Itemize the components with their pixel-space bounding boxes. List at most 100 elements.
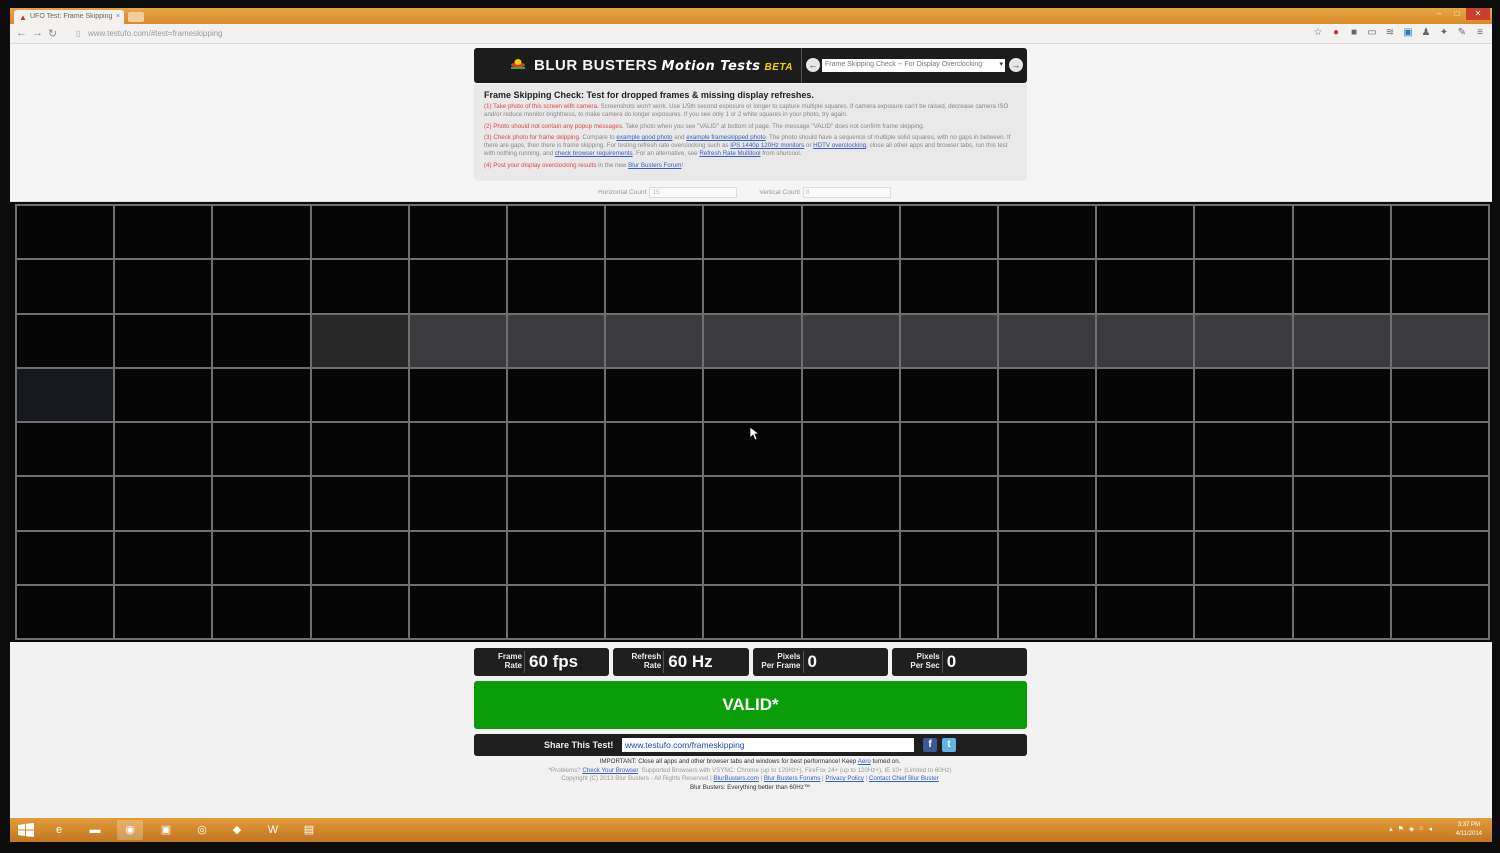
- top-section: BLUR BUSTERS Motion Tests BETA ← Frame Ski…: [10, 44, 1492, 202]
- back-arrow-icon[interactable]: ←: [16, 27, 27, 39]
- new-tab-button[interactable]: [128, 12, 144, 22]
- grid-cell: [1195, 314, 1292, 367]
- grid-cell: [17, 531, 114, 584]
- grid-cell: [311, 531, 408, 584]
- stats-bar: Frame Rate 60 fps Refresh Rate 60 Hz Pixel…: [474, 648, 1027, 676]
- address-bar[interactable]: ▯ www.testufo.com/#test=frameskipping: [74, 27, 1314, 41]
- forums-link[interactable]: Blur Busters Forums: [764, 775, 820, 782]
- grid-cell: [1195, 206, 1292, 259]
- grid-cell: [606, 477, 703, 530]
- app-green-icon[interactable]: ▣: [153, 820, 179, 840]
- menu-icon[interactable]: ≡: [1474, 27, 1486, 38]
- instruction-2-heading: (2) Photo should not contain any popup m…: [484, 122, 624, 130]
- test-select-dropdown[interactable]: Frame Skipping Check -- For Display Over…: [822, 59, 1005, 72]
- bookmark-star-icon[interactable]: ☆: [1312, 27, 1324, 38]
- horizontal-count-input[interactable]: 15: [649, 186, 738, 198]
- minimize-icon[interactable]: –: [1430, 8, 1448, 20]
- grid-cell: [409, 585, 506, 638]
- grid-cell: [507, 423, 605, 476]
- grid-cell: [704, 368, 801, 421]
- close-tab-icon[interactable]: ×: [116, 13, 120, 20]
- footer-tagline: Blur Busters: Everything better than 60H…: [689, 783, 811, 791]
- grid-cell: [900, 477, 997, 530]
- grid-cell: [409, 368, 506, 421]
- vertical-count-input[interactable]: 8: [802, 186, 891, 198]
- footer-important: IMPORTANT: Close all apps and other brow…: [450, 758, 1050, 767]
- example-good-photo-link[interactable]: example good photo: [616, 134, 672, 141]
- grid-cell: [802, 585, 899, 638]
- gpu-tool-icon[interactable]: ▤: [296, 820, 322, 840]
- grid-cell: [802, 531, 899, 584]
- aero-link[interactable]: Aero: [858, 758, 871, 765]
- twitter-share-icon[interactable]: t: [942, 738, 956, 752]
- address-url: www.testufo.com/#test=frameskipping: [88, 29, 223, 38]
- puzzle-icon[interactable]: ✦: [1438, 27, 1450, 38]
- forward-arrow-icon[interactable]: →: [32, 27, 43, 39]
- grid-cell: [900, 531, 997, 584]
- grid-cell: [213, 314, 310, 367]
- grid-cell: [802, 314, 899, 367]
- browser-tab[interactable]: ▲ UFO Test: Frame Skipping ×: [14, 10, 124, 24]
- contact-link[interactable]: Contact Chief Blur Buster: [869, 775, 939, 782]
- reload-icon[interactable]: ↻: [48, 27, 57, 40]
- grid-cell: [1293, 531, 1390, 584]
- forum-link[interactable]: Blur Busters Forum: [628, 162, 681, 169]
- blurbusters-link[interactable]: BlurBusters.com: [713, 775, 758, 782]
- ufo-logo-icon: [511, 59, 525, 69]
- chrome-icon[interactable]: ◉: [117, 820, 143, 840]
- grid-cell: [507, 260, 605, 313]
- grid-cell: [900, 368, 997, 421]
- flag-icon[interactable]: ⚑: [1398, 825, 1404, 833]
- example-frameskipped-photo-link[interactable]: example frameskipped photo: [686, 134, 765, 141]
- taskbar-clock[interactable]: 3:37 PM 4/11/2014: [1456, 821, 1482, 839]
- grid-cell: [409, 206, 506, 259]
- grid-cell: [704, 531, 801, 584]
- windows-start-icon[interactable]: [18, 823, 34, 837]
- grid-cell: [606, 585, 703, 638]
- check-browser-link[interactable]: Check Your Browser: [582, 767, 638, 774]
- grid-cell: [998, 423, 1096, 476]
- dropdown-arrow-icon: ▾: [999, 61, 1003, 68]
- close-window-icon[interactable]: ✕: [1466, 8, 1490, 20]
- grid-cell: [311, 423, 408, 476]
- ufo-favicon-icon: ▲: [19, 13, 27, 22]
- previous-test-button[interactable]: ←: [806, 58, 820, 72]
- instruction-4: (4) Post your display overclocking resul…: [484, 162, 1017, 170]
- instruction-3-text: and: [672, 133, 687, 141]
- cast-icon[interactable]: ▭: [1366, 27, 1378, 38]
- browser-requirements-link[interactable]: check browser requirements: [555, 150, 633, 157]
- hdtv-overclocking-link[interactable]: HDTV overclocking: [813, 142, 866, 149]
- vpn-icon[interactable]: ◎: [189, 820, 215, 840]
- opera-extension-icon[interactable]: ●: [1330, 27, 1342, 38]
- grid-cell: [998, 206, 1096, 259]
- arrow-left-icon: ←: [808, 60, 818, 70]
- volume-icon[interactable]: ◂: [1428, 825, 1432, 833]
- person-icon[interactable]: ♟: [1420, 27, 1432, 38]
- share-url-input[interactable]: www.testufo.com/frameskipping: [622, 738, 914, 752]
- network-icon[interactable]: ⌂: [1419, 825, 1423, 833]
- grid-cell: [115, 368, 212, 421]
- privacy-policy-link[interactable]: Privacy Policy: [825, 775, 864, 782]
- blur-busters-logo[interactable]: BLUR BUSTERS Motion Tests BETA: [534, 57, 793, 74]
- ips-monitors-link[interactable]: IPS 1440p 120Hz monitors: [730, 142, 804, 149]
- grid-cell: [17, 585, 114, 638]
- layers-icon[interactable]: ≋: [1384, 27, 1396, 38]
- refresh-rate-multitool-link[interactable]: Refresh Rate Multitool: [699, 150, 760, 157]
- word-icon[interactable]: W: [260, 820, 286, 840]
- extension-icon[interactable]: ■: [1348, 27, 1360, 38]
- tray-arrow-icon[interactable]: ▴: [1389, 825, 1393, 833]
- shield-icon[interactable]: ◈: [1409, 825, 1414, 833]
- maximize-icon[interactable]: □: [1448, 8, 1466, 20]
- grid-cell: [115, 260, 212, 313]
- next-test-button[interactable]: →: [1009, 58, 1023, 72]
- wrench-icon[interactable]: ✎: [1456, 27, 1468, 38]
- grid-cell: [998, 531, 1096, 584]
- app-icon[interactable]: ◆: [224, 820, 250, 840]
- file-explorer-icon[interactable]: ▬: [82, 820, 108, 840]
- instructions-box: Frame Skipping Check: Test for dropped f…: [474, 84, 1027, 181]
- grid-cell: [17, 368, 114, 421]
- browser-toolbar: ← → ↻ ▯ www.testufo.com/#test=frameskipp…: [10, 24, 1492, 44]
- facebook-share-icon[interactable]: f: [923, 738, 937, 752]
- screen-extension-icon[interactable]: ▣: [1402, 27, 1414, 38]
- internet-explorer-icon[interactable]: e: [46, 820, 72, 840]
